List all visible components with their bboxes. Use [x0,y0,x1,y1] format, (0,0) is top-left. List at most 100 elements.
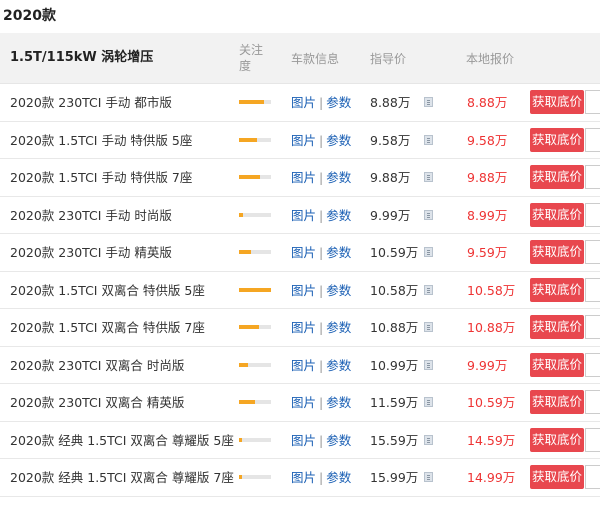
header-attention: 关注度 [239,43,264,73]
attention-bar [239,400,271,404]
calculator-icon[interactable] [424,247,433,257]
table-row: 2020款 230TCI 双离合 时尚版 图片 | 参数 10.99万 9.99万 … [0,347,600,384]
attention-bar [239,437,271,442]
model-links: 图片 | 参数 [291,422,351,459]
guide-price: 10.99万 [370,357,419,373]
calculator-icon[interactable] [424,97,433,107]
calculator-icon[interactable] [424,322,433,332]
attention-bar-fill [239,475,243,479]
compare-button-partial[interactable] [585,352,600,377]
compare-button-partial[interactable] [585,90,600,114]
compare-button-partial[interactable] [585,240,600,264]
model-links: 图片 | 参数 [291,234,351,271]
params-link[interactable]: 参数 [326,433,351,448]
link-separator: | [319,395,324,410]
link-separator: | [319,207,324,223]
pics-link[interactable]: 图片 [291,283,316,298]
pics-link[interactable]: 图片 [291,208,316,223]
calculator-icon[interactable] [424,209,433,220]
compare-button-partial[interactable] [585,165,600,189]
compare-button-partial[interactable] [585,277,600,302]
calculator-icon[interactable] [424,359,433,370]
params-link[interactable]: 参数 [326,208,351,223]
model-name[interactable]: 2020款 1.5TCI 双离合 特供版 5座 [10,272,205,309]
pics-link[interactable]: 图片 [291,95,316,110]
model-links: 图片 | 参数 [291,122,351,159]
attention-bar-fill [239,362,248,367]
compare-button-partial[interactable] [585,427,600,452]
get-price-button[interactable]: 获取底价 [530,390,584,414]
get-price-button[interactable]: 获取底价 [530,352,584,377]
params-link[interactable]: 参数 [326,470,351,485]
attention-bar-fill [239,175,261,179]
params-link[interactable]: 参数 [326,133,351,148]
pics-link[interactable]: 图片 [291,395,316,410]
header-guide-price: 指导价 [370,52,407,66]
get-price-button[interactable]: 获取底价 [530,127,584,152]
params-link[interactable]: 参数 [326,283,351,298]
local-price: 9.99万 [467,357,508,373]
guide-price: 10.88万 [370,320,419,335]
model-name[interactable]: 2020款 230TCI 手动 都市版 [10,84,172,121]
calculator-icon[interactable] [424,172,433,182]
header-info: 车款信息 [291,52,340,66]
pics-link[interactable]: 图片 [291,470,316,485]
pics-link[interactable]: 图片 [291,433,316,448]
calculator-icon[interactable] [424,397,433,407]
get-price-button[interactable]: 获取底价 [530,427,584,452]
pics-link[interactable]: 图片 [291,358,316,373]
calculator-icon[interactable] [424,472,433,482]
local-price: 9.58万 [467,132,508,148]
model-name[interactable]: 2020款 经典 1.5TCI 双离合 尊耀版 7座 [10,459,234,496]
header-local-price: 本地报价 [466,52,515,66]
compare-button-partial[interactable] [585,315,600,339]
calculator-icon[interactable] [424,284,433,295]
pics-link[interactable]: 图片 [291,245,316,260]
pics-link[interactable]: 图片 [291,170,316,185]
get-price-button[interactable]: 获取底价 [530,90,584,114]
year-title: 2020款 [3,8,56,24]
compare-button-partial[interactable] [585,127,600,152]
params-link[interactable]: 参数 [326,170,351,185]
pics-link[interactable]: 图片 [291,133,316,148]
params-link[interactable]: 参数 [326,395,351,410]
params-link[interactable]: 参数 [326,320,351,335]
model-name[interactable]: 2020款 1.5TCI 手动 特供版 5座 [10,122,192,159]
get-price-button[interactable]: 获取底价 [530,277,584,302]
local-price: 8.88万 [467,95,508,110]
link-separator: | [319,357,324,373]
params-link[interactable]: 参数 [326,358,351,373]
compare-button-partial[interactable] [585,202,600,227]
model-name[interactable]: 2020款 1.5TCI 双离合 特供版 7座 [10,309,205,346]
local-price: 9.59万 [467,245,508,260]
table-row: 2020款 1.5TCI 手动 特供版 7座 图片 | 参数 9.88万 9.88万… [0,159,600,197]
params-link[interactable]: 参数 [326,95,351,110]
table-row: 2020款 230TCI 双离合 精英版 图片 | 参数 11.59万 10.59万… [0,384,600,422]
calculator-icon[interactable] [424,434,433,445]
attention-bar [239,250,271,254]
model-name[interactable]: 2020款 230TCI 手动 精英版 [10,234,172,271]
get-price-button[interactable]: 获取底价 [530,202,584,227]
attention-bar-fill [239,437,243,442]
attention-bar [239,100,271,104]
model-name[interactable]: 2020款 230TCI 双离合 时尚版 [10,347,184,384]
model-name[interactable]: 2020款 1.5TCI 手动 特供版 7座 [10,159,192,196]
model-name[interactable]: 2020款 230TCI 双离合 精英版 [10,384,184,421]
calculator-icon[interactable] [424,134,433,145]
get-price-button[interactable]: 获取底价 [530,465,584,489]
params-link[interactable]: 参数 [326,245,351,260]
engine-group-title: 1.5T/115kW 涡轮增压 [10,50,154,65]
model-name[interactable]: 2020款 230TCI 手动 时尚版 [10,197,172,234]
table-row: 2020款 经典 1.5TCI 双离合 尊耀版 5座 图片 | 参数 15.59万 … [0,422,600,459]
get-price-button[interactable]: 获取底价 [530,165,584,189]
model-name[interactable]: 2020款 经典 1.5TCI 双离合 尊耀版 5座 [10,422,234,459]
guide-price: 9.88万 [370,170,411,185]
compare-button-partial[interactable] [585,390,600,414]
compare-button-partial[interactable] [585,465,600,489]
pics-link[interactable]: 图片 [291,320,316,335]
guide-price: 15.99万 [370,470,419,485]
get-price-button[interactable]: 获取底价 [530,315,584,339]
attention-bar-fill [239,212,243,217]
attention-bar-fill [239,400,255,404]
get-price-button[interactable]: 获取底价 [530,240,584,264]
